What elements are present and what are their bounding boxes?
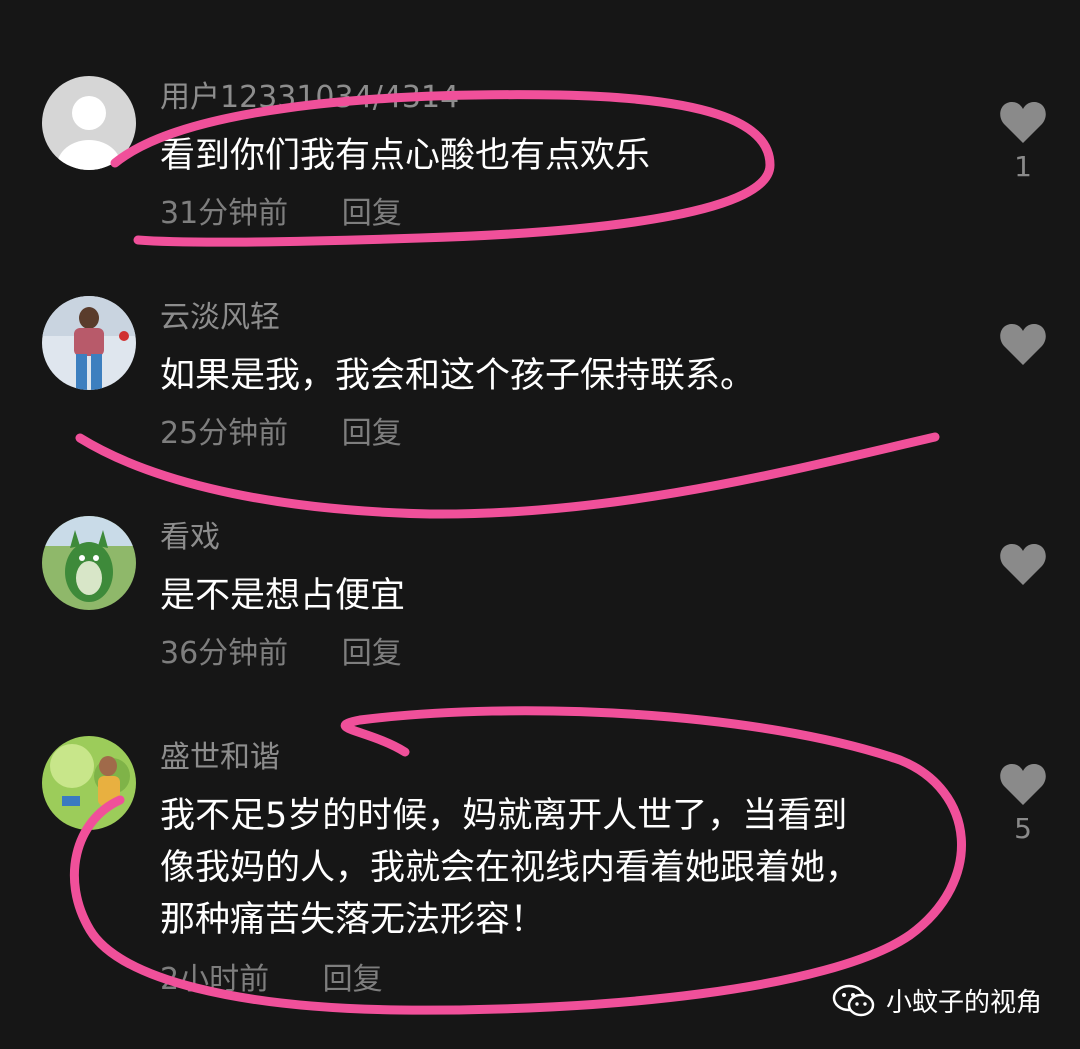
comment-username[interactable]: 云淡风轻 [160, 298, 280, 338]
watermark-label: 小蚊子的视角 [885, 988, 1042, 1018]
reply-button[interactable]: 回复 [342, 194, 402, 234]
avatar[interactable] [42, 516, 136, 610]
heart-icon [1000, 763, 1046, 805]
avatar[interactable] [42, 296, 136, 390]
heart-icon [1000, 101, 1046, 143]
user-photo-icon [42, 296, 136, 390]
comment-text: 看到你们我有点心酸也有点欢乐 [160, 136, 651, 176]
like-count: 5 [1014, 812, 1032, 845]
comment-username[interactable]: 看戏 [160, 518, 220, 558]
reply-button[interactable]: 回复 [342, 414, 402, 454]
comment-meta: 2小时前 回复 [160, 960, 383, 1000]
heart-icon [1000, 543, 1046, 585]
comment-text: 是不是想占便宜 [160, 576, 406, 616]
comment-meta: 25分钟前 回复 [160, 414, 402, 454]
avatar[interactable] [42, 736, 136, 830]
comment-time: 2小时前 [160, 962, 270, 997]
comment-text-line: 我不足5岁的时候，妈就离开人世了，当看到 [160, 796, 848, 836]
comment-username[interactable]: 用户12331034/4314 [160, 78, 459, 118]
comment-meta: 36分钟前 回复 [160, 634, 402, 674]
comment-text: 我不足5岁的时候，妈就离开人世了，当看到 像我妈的人，我就会在视线内看着她跟着她… [160, 790, 950, 946]
avatar[interactable] [42, 76, 136, 170]
comment-username[interactable]: 盛世和谐 [160, 738, 280, 778]
default-avatar-icon [42, 76, 136, 170]
like-button[interactable] [996, 322, 1050, 372]
like-count: 1 [1014, 150, 1032, 183]
comment-meta: 31分钟前 回复 [160, 194, 402, 234]
comment-text: 如果是我，我会和这个孩子保持联系。 [160, 356, 756, 396]
comment-text-line: 像我妈的人，我就会在视线内看着她跟着她， [160, 848, 861, 888]
like-button[interactable] [996, 542, 1050, 592]
comment-time: 25分钟前 [160, 416, 289, 451]
wechat-icon [832, 984, 875, 1016]
reply-button[interactable]: 回复 [342, 634, 402, 674]
comment-text-line: 那种痛苦失落无法形容！ [160, 900, 546, 940]
watermark: 小蚊子的视角 [832, 982, 1042, 1019]
user-photo-icon [42, 516, 136, 610]
like-button[interactable]: 5 [996, 762, 1050, 846]
reply-button[interactable]: 回复 [323, 960, 383, 1000]
like-button[interactable]: 1 [996, 100, 1050, 184]
comment-time: 31分钟前 [160, 196, 289, 231]
heart-icon [1000, 323, 1046, 365]
user-photo-icon [42, 736, 136, 830]
comment-time: 36分钟前 [160, 636, 289, 671]
